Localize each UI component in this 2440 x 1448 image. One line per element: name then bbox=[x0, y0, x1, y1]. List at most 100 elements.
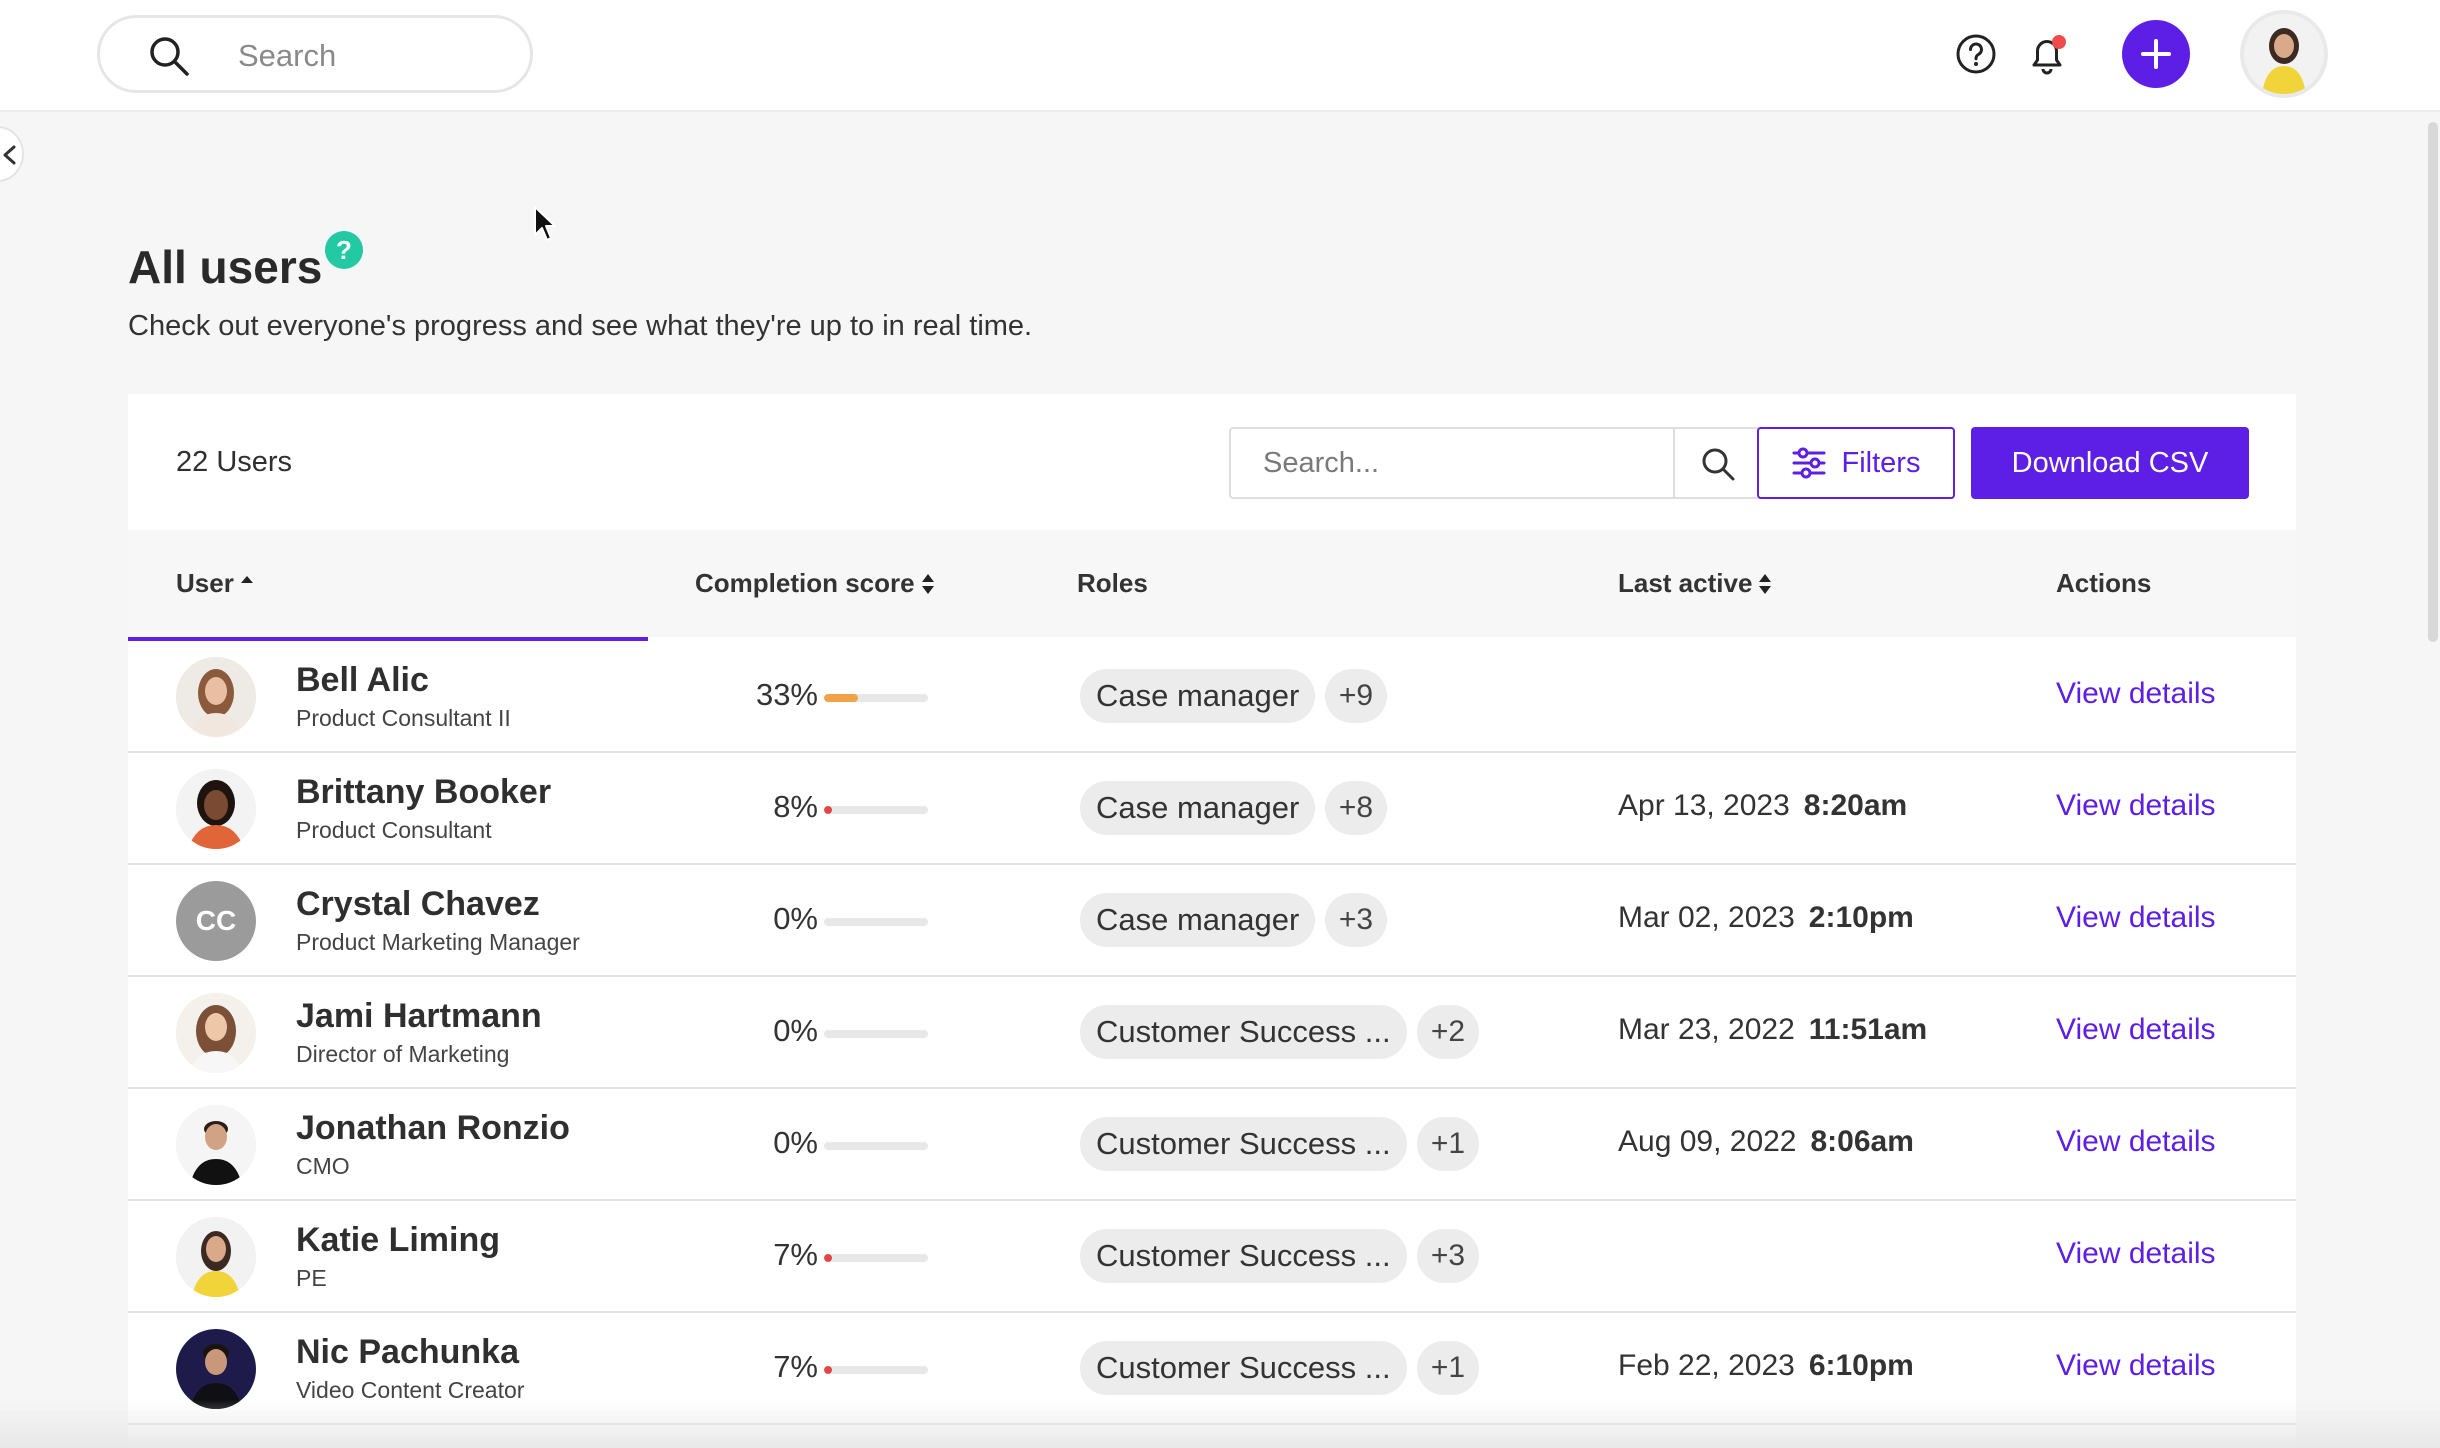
completion-bar bbox=[824, 694, 928, 702]
completion-score: 7% bbox=[773, 1349, 818, 1384]
user-title: Product Consultant bbox=[296, 817, 492, 843]
completion-bar bbox=[824, 1254, 928, 1262]
sort-icon bbox=[921, 573, 934, 594]
view-details-link[interactable]: View details bbox=[2056, 677, 2216, 711]
completion-bar-fill bbox=[824, 806, 833, 814]
bottom-fade bbox=[0, 1400, 2440, 1448]
table-row: Bell Alic Product Consultant II 33% Case… bbox=[128, 641, 2296, 753]
sort-icon bbox=[1759, 573, 1772, 594]
role-chip[interactable]: Customer Success ... bbox=[1080, 1117, 1407, 1171]
more-roles-chip[interactable]: +1 bbox=[1417, 1117, 1479, 1171]
table-row: Jonathan Ronzio CMO 0% Customer Success … bbox=[128, 1089, 2296, 1201]
more-roles-chip[interactable]: +8 bbox=[1325, 781, 1387, 835]
view-details-link[interactable]: View details bbox=[2056, 901, 2216, 935]
page-scrollbar[interactable] bbox=[2428, 122, 2438, 642]
help-circle-icon[interactable] bbox=[1955, 33, 1997, 75]
completion-bar bbox=[824, 1030, 928, 1038]
sidebar-collapse-handle[interactable] bbox=[0, 126, 24, 182]
download-csv-button[interactable]: Download CSV bbox=[1971, 427, 2249, 499]
avatar-image bbox=[176, 993, 256, 1073]
users-table-body: Bell Alic Product Consultant II 33% Case… bbox=[128, 641, 2296, 1425]
more-roles-chip[interactable]: +9 bbox=[1325, 669, 1387, 723]
plus-icon bbox=[2141, 39, 2171, 69]
filters-button[interactable]: Filters bbox=[1757, 427, 1955, 499]
last-active bbox=[1618, 677, 1632, 711]
role-chip[interactable]: Customer Success ... bbox=[1080, 1229, 1407, 1283]
view-details-link[interactable]: View details bbox=[2056, 1013, 2216, 1047]
user-title: PE bbox=[296, 1265, 327, 1291]
completion-bar bbox=[824, 806, 928, 814]
view-details-link[interactable]: View details bbox=[2056, 789, 2216, 823]
avatar bbox=[176, 657, 256, 737]
completion-bar-fill bbox=[824, 1254, 833, 1262]
more-roles-chip[interactable]: +3 bbox=[1325, 893, 1387, 947]
last-active-date: Mar 02, 2023 bbox=[1618, 901, 1795, 934]
sort-asc-icon bbox=[240, 575, 253, 583]
table-row: CC Crystal Chavez Product Marketing Mana… bbox=[128, 865, 2296, 977]
user-name[interactable]: Jonathan Ronzio bbox=[296, 1109, 570, 1148]
table-row: Katie Liming PE 7% Customer Success ... … bbox=[128, 1201, 2296, 1313]
bell-icon[interactable] bbox=[2026, 32, 2070, 78]
last-active-time: 8:20am bbox=[1803, 789, 1908, 822]
last-active-date: Feb 22, 2023 bbox=[1618, 1349, 1795, 1382]
role-chip[interactable]: Customer Success ... bbox=[1080, 1341, 1407, 1395]
column-label-actions: Actions bbox=[2056, 568, 2152, 598]
user-name[interactable]: Bell Alic bbox=[296, 661, 429, 700]
completion-bar bbox=[824, 918, 928, 926]
avatar bbox=[176, 1105, 256, 1185]
last-active-time: 11:51am bbox=[1808, 1013, 1928, 1046]
mouse-cursor-icon bbox=[534, 206, 556, 241]
avatar-image bbox=[176, 657, 256, 737]
user-title: Director of Marketing bbox=[296, 1041, 510, 1067]
users-card: 22 Users Search... Filters Download CSV … bbox=[128, 394, 2296, 1448]
avatar-image bbox=[176, 1217, 256, 1297]
avatar-image bbox=[176, 769, 256, 849]
view-details-link[interactable]: View details bbox=[2056, 1125, 2216, 1159]
last-active-date: Apr 13, 2023 bbox=[1618, 789, 1790, 822]
search-icon[interactable] bbox=[1700, 446, 1736, 482]
profile-avatar[interactable] bbox=[2240, 10, 2328, 98]
title-help-icon[interactable]: ? bbox=[325, 231, 363, 269]
user-count: 22 Users bbox=[176, 446, 293, 478]
create-button[interactable] bbox=[2122, 20, 2190, 88]
column-label-last-active: Last active bbox=[1618, 568, 1753, 598]
table-search-input[interactable]: Search... bbox=[1229, 427, 1762, 499]
role-chip[interactable]: Case manager bbox=[1080, 669, 1316, 723]
global-search-placeholder: Search bbox=[238, 38, 337, 73]
user-name[interactable]: Brittany Booker bbox=[296, 773, 551, 812]
last-active: Mar 02, 2023 2:10pm bbox=[1618, 901, 1914, 935]
completion-bar bbox=[824, 1142, 928, 1150]
role-chip[interactable]: Customer Success ... bbox=[1080, 1005, 1407, 1059]
table-row: Brittany Booker Product Consultant 8% Ca… bbox=[128, 753, 2296, 865]
last-active-time: 6:10pm bbox=[1808, 1349, 1914, 1382]
user-name[interactable]: Katie Liming bbox=[296, 1221, 500, 1260]
more-roles-chip[interactable]: +1 bbox=[1417, 1341, 1479, 1395]
user-name[interactable]: Jami Hartmann bbox=[296, 997, 542, 1036]
column-header-user[interactable]: User bbox=[176, 568, 254, 599]
column-header-actions: Actions bbox=[2056, 568, 2151, 599]
column-header-completion[interactable]: Completion score bbox=[695, 568, 935, 599]
column-header-last-active[interactable]: Last active bbox=[1618, 568, 1772, 599]
last-active-date: Mar 23, 2022 bbox=[1618, 1013, 1795, 1046]
completion-score: 7% bbox=[773, 1237, 818, 1272]
role-chip[interactable]: Case manager bbox=[1080, 781, 1316, 835]
user-name[interactable]: Crystal Chavez bbox=[296, 885, 540, 924]
more-roles-chip[interactable]: +2 bbox=[1417, 1005, 1479, 1059]
view-details-link[interactable]: View details bbox=[2056, 1349, 2216, 1383]
avatar bbox=[176, 1329, 256, 1409]
avatar bbox=[176, 769, 256, 849]
chevron-left-icon bbox=[3, 145, 16, 165]
last-active-date: Aug 09, 2022 bbox=[1618, 1125, 1797, 1158]
user-name[interactable]: Nic Pachunka bbox=[296, 1333, 519, 1372]
user-title: Product Consultant II bbox=[296, 705, 511, 731]
sliders-icon bbox=[1792, 447, 1826, 479]
completion-score: 0% bbox=[773, 1125, 818, 1160]
last-active: Apr 13, 2023 8:20am bbox=[1618, 789, 1907, 823]
more-roles-chip[interactable]: +3 bbox=[1417, 1229, 1479, 1283]
last-active-time: 8:06am bbox=[1810, 1125, 1914, 1158]
avatar-initials: CC bbox=[176, 881, 256, 961]
completion-score: 0% bbox=[773, 1013, 818, 1048]
role-chip[interactable]: Case manager bbox=[1080, 893, 1316, 947]
global-search[interactable]: Search bbox=[97, 15, 533, 93]
view-details-link[interactable]: View details bbox=[2056, 1237, 2216, 1271]
